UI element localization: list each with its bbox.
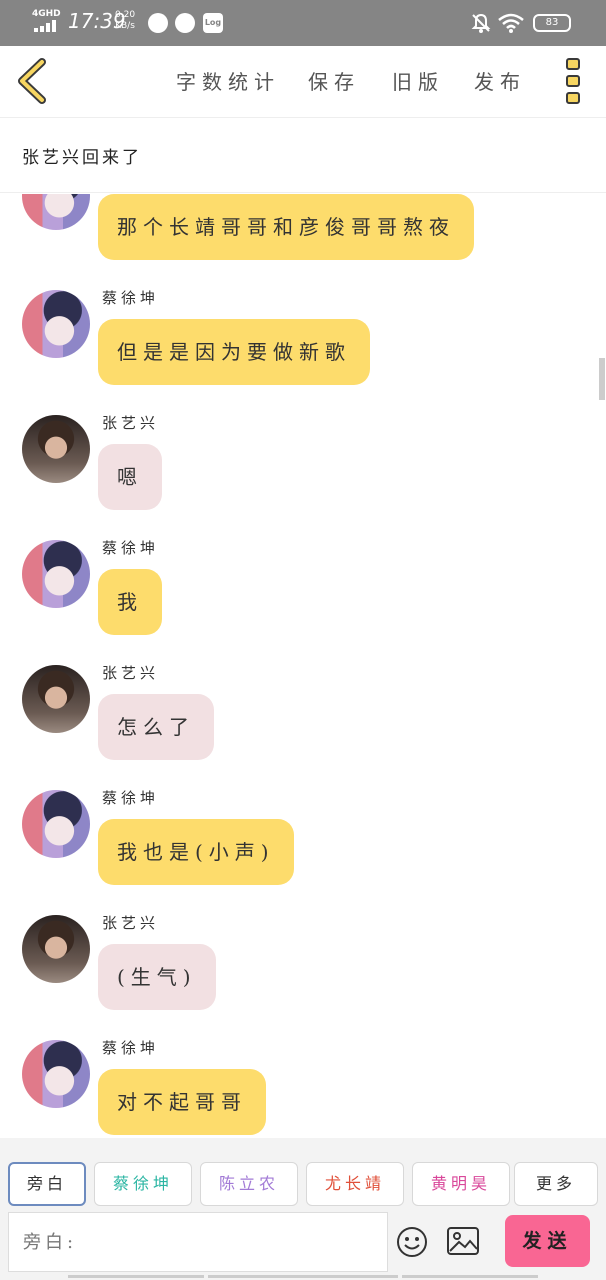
sender-name: 蔡徐坤 [102,1039,160,1057]
message-bubble[interactable]: 嗯 [98,444,162,510]
message: 蔡徐坤 对不起哥哥 [0,1037,606,1138]
message-bubble[interactable]: 对不起哥哥 [98,1069,266,1135]
message: 张艺兴 (生气) [0,912,606,1037]
network-speed: 0.20 KB/s [115,10,135,32]
message-bubble[interactable]: 那个长靖哥哥和彦俊哥哥熬夜 [98,194,474,260]
message: 那个长靖哥哥和彦俊哥哥熬夜 [0,194,606,287]
signal-icon [34,20,60,32]
avatar[interactable] [22,415,90,483]
message-bubble[interactable]: 怎么了 [98,694,214,760]
sender-name: 蔡徐坤 [102,289,160,307]
image-icon[interactable] [446,1226,480,1256]
network-speed-value: 0.20 [115,10,136,20]
message-bubble[interactable]: 我 [98,569,162,635]
story-title-bar: 张艺兴回来了 [0,119,606,193]
role-chip[interactable]: 尤长靖 [306,1162,404,1206]
speedometer-icon [148,13,168,33]
avatar[interactable] [22,1040,90,1108]
send-button[interactable]: 发送 [505,1215,590,1267]
wifi-icon [498,13,524,33]
chat-area[interactable]: 那个长靖哥哥和彦俊哥哥熬夜 蔡徐坤 但是是因为要做新歌 张艺兴 嗯 蔡徐坤 我 … [0,194,606,1138]
emoji-icon[interactable] [396,1226,428,1258]
message: 蔡徐坤 但是是因为要做新歌 [0,287,606,412]
network-speed-unit: KB/s [115,21,135,31]
word-count-button[interactable]: 字数统计 [176,66,280,95]
role-chip[interactable]: 陈立农 [200,1162,298,1206]
publish-button[interactable]: 发布 [474,66,526,95]
avatar[interactable] [22,290,90,358]
message: 张艺兴 怎么了 [0,662,606,787]
message: 蔡徐坤 我 [0,537,606,662]
more-menu-icon[interactable] [566,58,582,106]
nav-indicator [68,1275,204,1278]
editor-toolbar: 字数统计 保存 旧版 发布 [0,46,606,118]
role-chip[interactable]: 蔡徐坤 [94,1162,192,1206]
old-version-button[interactable]: 旧版 [392,66,444,95]
avatar[interactable] [22,790,90,858]
story-title: 张艺兴回来了 [22,148,142,168]
message-input-box [8,1212,388,1272]
nav-indicator [208,1275,398,1278]
bell-muted-icon [471,13,491,33]
compose-panel: 旁白 蔡徐坤 陈立农 尤长靖 黄明昊 更多 发送 [0,1138,606,1280]
wechat-icon [175,13,195,33]
message-bubble[interactable]: 我也是(小声) [98,819,294,885]
sender-name: 蔡徐坤 [102,539,160,557]
save-button[interactable]: 保存 [308,66,360,95]
sender-name: 张艺兴 [102,414,160,432]
message: 张艺兴 嗯 [0,412,606,537]
message: 蔡徐坤 我也是(小声) [0,787,606,912]
scrollbar[interactable] [599,358,605,400]
nav-indicator [402,1275,538,1278]
back-arrow-icon[interactable] [12,58,52,104]
message-input[interactable] [9,1213,387,1271]
message-bubble[interactable]: (生气) [98,944,216,1010]
log-icon: Log [203,13,223,33]
role-chip-narrator[interactable]: 旁白 [8,1162,86,1206]
battery-icon: 83 [533,14,571,32]
avatar[interactable] [22,915,90,983]
status-bar: 4GHD 17:39 0.20 KB/s Log 83 [0,0,606,46]
avatar[interactable] [22,194,90,230]
avatar[interactable] [22,540,90,608]
sender-name: 蔡徐坤 [102,789,160,807]
role-chip[interactable]: 黄明昊 [412,1162,510,1206]
sender-name: 张艺兴 [102,664,160,682]
sender-name: 张艺兴 [102,914,160,932]
more-roles-button[interactable]: 更多 [514,1162,598,1206]
message-bubble[interactable]: 但是是因为要做新歌 [98,319,370,385]
network-type: 4GHD [32,9,61,19]
avatar[interactable] [22,665,90,733]
